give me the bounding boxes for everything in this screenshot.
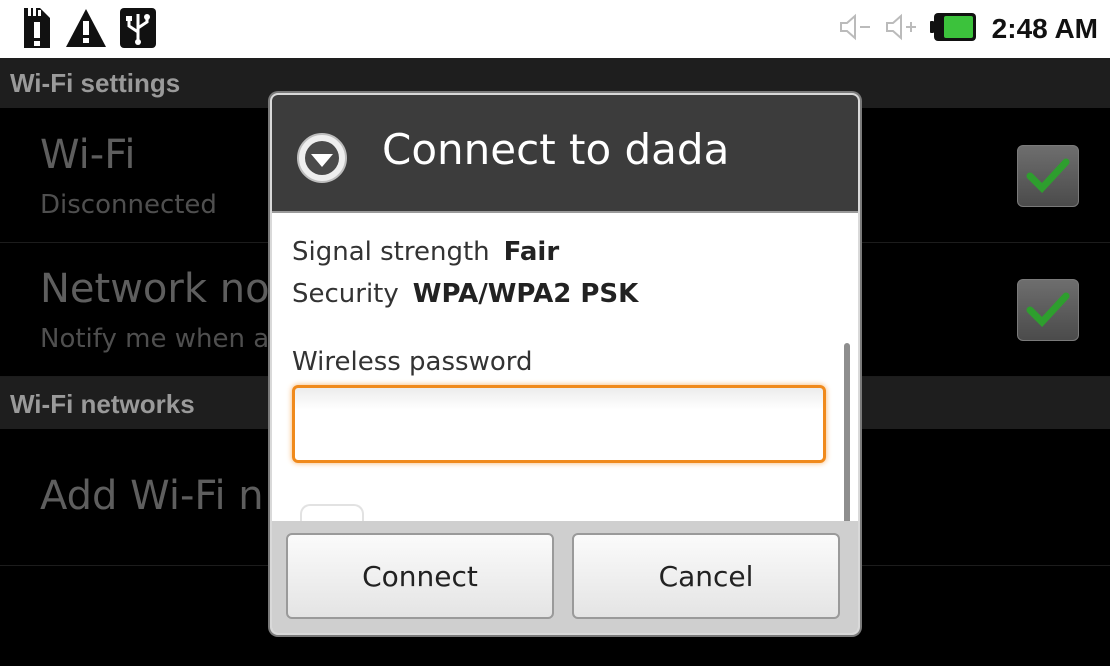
signal-strength-row: Signal strength Fair (292, 237, 559, 267)
warning-icon (64, 7, 108, 53)
signal-strength-label: Signal strength (292, 237, 490, 267)
network-notification-checkbox[interactable] (1017, 279, 1079, 341)
checkmark-icon (1026, 158, 1070, 194)
dialog-title: Connect to dada (382, 125, 730, 174)
section-header-label: Wi-Fi networks (10, 389, 195, 419)
wifi-checkbox[interactable] (1017, 145, 1079, 207)
wifi-status: Disconnected (40, 190, 217, 220)
network-notification-subtitle: Notify me when a (40, 324, 270, 354)
signal-strength-value: Fair (503, 237, 560, 267)
battery-icon (929, 11, 978, 47)
clock: 2:48 AM (991, 13, 1098, 44)
security-label: Security (292, 279, 399, 309)
screen: 2:48 AM Wi-Fi settings Wi-Fi Disconnecte… (0, 0, 1110, 666)
sd-card-alert-icon (18, 6, 54, 54)
dialog-title-bar: Connect to dada (272, 95, 858, 213)
dialog-body[interactable]: Signal strength Fair Security WPA/WPA2 PSK… (272, 213, 858, 555)
usb-icon (118, 6, 158, 54)
volume-up-icon (884, 13, 920, 45)
connect-button[interactable]: Connect (286, 533, 554, 619)
security-value: WPA/WPA2 PSK (412, 279, 639, 309)
status-bar: 2:48 AM (0, 0, 1110, 58)
section-header-label: Wi-Fi settings (10, 68, 181, 98)
wifi-title: Wi-Fi (40, 132, 136, 178)
cancel-button[interactable]: Cancel (572, 533, 840, 619)
add-wifi-network-title: Add Wi-Fi n (40, 473, 264, 519)
volume-down-icon (838, 13, 874, 45)
wifi-signal-icon (297, 133, 347, 183)
system-icons: 2:48 AM (838, 0, 1098, 58)
connect-dialog: Connect to dada Signal strength Fair Secu… (270, 93, 860, 635)
checkmark-icon (1026, 292, 1070, 328)
network-notification-title: Network no (40, 266, 270, 312)
security-row: Security WPA/WPA2 PSK (292, 279, 638, 309)
password-label: Wireless password (292, 347, 533, 377)
dialog-button-bar: Connect Cancel (272, 521, 858, 633)
notification-icons (18, 6, 158, 54)
password-input[interactable] (292, 385, 826, 463)
